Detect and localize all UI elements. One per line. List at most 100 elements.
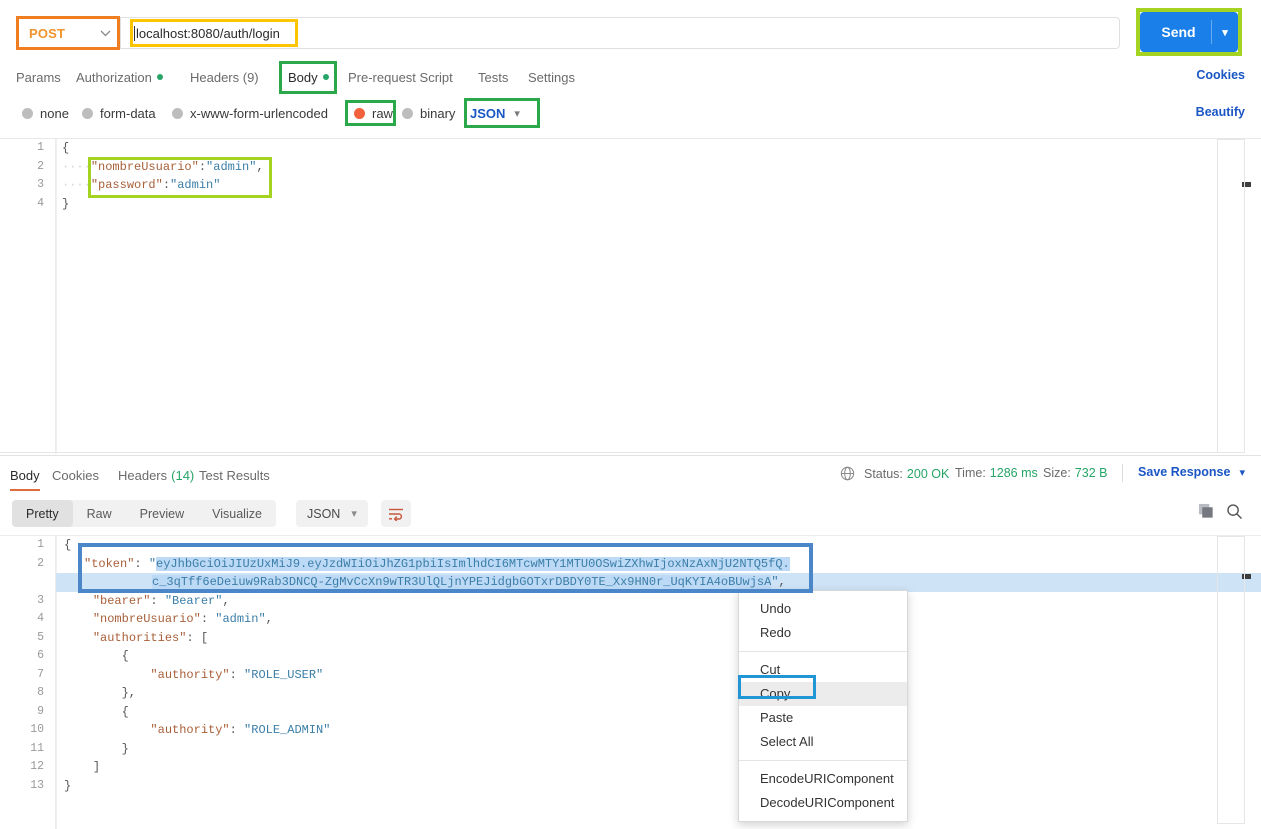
- response-view-raw[interactable]: Raw: [73, 500, 126, 527]
- response-editor-scrollbar[interactable]: [1242, 574, 1251, 579]
- token-value-line-2: c_3qTff6eDeiuw9Rab3DNCQ-ZgMvCcXn9wTR3UlQ…: [152, 575, 772, 589]
- save-response-button[interactable]: Save Response ▾: [1138, 465, 1245, 479]
- line-number: 9: [37, 704, 44, 718]
- context-menu-item-undo[interactable]: Undo: [739, 597, 907, 621]
- request-tab-authorization[interactable]: Authorization: [76, 62, 163, 92]
- line-number: 3: [37, 593, 44, 607]
- body-mode-x-www-form-urlencoded[interactable]: x-www-form-urlencoded: [172, 100, 328, 126]
- chevron-down-icon: [100, 30, 111, 36]
- context-menu-item-paste[interactable]: Paste: [739, 706, 907, 730]
- context-menu-item-cut[interactable]: Cut: [739, 658, 907, 682]
- body-format-label: JSON: [470, 105, 506, 121]
- body-mode-form-data[interactable]: form-data: [82, 100, 156, 126]
- copy-response-button[interactable]: [1198, 503, 1215, 523]
- body-mode-binary[interactable]: binary: [402, 100, 455, 126]
- code-token: "nombreUsuario": [90, 159, 199, 174]
- response-code-area[interactable]: {"token": "eyJhbGciOiJIUzUxMiJ9.eyJzdWIi…: [56, 536, 1261, 829]
- time-value: 1286 ms: [989, 466, 1038, 480]
- size-label: Size:: [1043, 466, 1071, 480]
- code-line: }: [56, 195, 1261, 214]
- send-button[interactable]: Send ▾: [1140, 12, 1238, 52]
- search-icon: [1227, 504, 1242, 519]
- request-url-input[interactable]: localhost:8080/auth/login: [120, 17, 1120, 49]
- response-view-preview[interactable]: Preview: [126, 500, 198, 527]
- search-response-button[interactable]: [1226, 503, 1243, 523]
- response-view-pretty[interactable]: Pretty: [12, 500, 73, 527]
- radio-icon: [354, 107, 365, 119]
- response-tab-count: (14): [171, 467, 195, 483]
- code-line: },: [56, 684, 1261, 703]
- request-tab-body[interactable]: Body: [288, 62, 329, 94]
- code-line: ····"nombreUsuario":"admin",: [56, 158, 1261, 177]
- code-token: {: [62, 141, 70, 155]
- radio-icon: [22, 107, 33, 119]
- request-editor-scrollbar[interactable]: [1242, 182, 1251, 187]
- cookies-link[interactable]: Cookies: [1196, 68, 1245, 82]
- body-mode-label: none: [40, 105, 69, 121]
- code-token: "authority": [150, 723, 230, 737]
- line-number: 5: [37, 630, 44, 644]
- code-line: {: [56, 139, 1261, 158]
- code-token: "authority": [150, 667, 230, 682]
- request-tab-headers-9[interactable]: Headers (9): [190, 62, 259, 92]
- code-token: "admin": [215, 612, 266, 626]
- context-menu-item-select-all[interactable]: Select All: [739, 730, 907, 754]
- context-menu-item-redo[interactable]: Redo: [739, 621, 907, 645]
- active-tab-underline: [288, 92, 329, 94]
- line-number: 7: [37, 667, 44, 681]
- request-code-area[interactable]: {····"nombreUsuario":"admin", ····"passwo…: [56, 139, 1261, 454]
- http-method-select[interactable]: POST: [16, 17, 120, 49]
- response-time: Time: 1286 ms: [955, 466, 1038, 480]
- request-tab-tests[interactable]: Tests: [478, 62, 508, 92]
- response-separator: [0, 455, 1261, 456]
- response-editor-gutter: 1 2 3 4 5 6 7 8 9 10 11 12 13: [0, 536, 56, 829]
- response-status: Status: 200 OK: [840, 466, 949, 481]
- response-tab-body[interactable]: Body: [10, 462, 40, 491]
- request-body-editor[interactable]: 1234 {····"nombreUsuario":"admin", ····"p…: [0, 138, 1261, 454]
- code-line: "authority": "ROLE_USER": [56, 666, 1261, 685]
- response-view-visualize[interactable]: Visualize: [198, 500, 276, 527]
- body-mode-label: binary: [420, 105, 456, 121]
- code-token: {: [64, 538, 72, 552]
- code-line: "authorities": [: [56, 629, 1261, 648]
- code-line: }: [56, 740, 1261, 759]
- request-tab-pre-request-script[interactable]: Pre-request Script: [348, 62, 453, 92]
- response-tab-headers[interactable]: Headers (14): [118, 462, 194, 488]
- body-mode-none[interactable]: none: [22, 100, 69, 126]
- response-tab-test-results[interactable]: Test Results: [199, 462, 270, 488]
- body-mode-raw[interactable]: raw: [354, 100, 393, 126]
- token-colon: :: [134, 556, 149, 571]
- token-value-line-1: eyJhbGciOiJIUzUxMiJ9.eyJzdWIiOiJhZG1pbiI…: [156, 556, 790, 571]
- request-tab-label: Body: [288, 69, 318, 85]
- meta-divider: [1122, 464, 1123, 482]
- code-token: "nombreUsuario": [92, 612, 201, 626]
- code-token: :: [200, 612, 216, 626]
- response-tab-cookies[interactable]: Cookies: [52, 462, 99, 488]
- request-tab-params[interactable]: Params: [16, 62, 61, 92]
- line-number: 11: [30, 741, 44, 755]
- line-number: 1: [37, 538, 44, 551]
- body-format-select[interactable]: JSON ▾: [470, 100, 520, 126]
- context-menu-item-decodeuricomponent[interactable]: DecodeURIComponent: [739, 791, 907, 815]
- send-options-chevron-icon[interactable]: ▾: [1212, 26, 1238, 39]
- context-menu-item-copy[interactable]: Copy: [739, 682, 907, 706]
- code-token: }: [64, 778, 72, 793]
- code-token: },: [121, 686, 137, 700]
- context-menu-item-encodeuricomponent[interactable]: EncodeURIComponent: [739, 767, 907, 791]
- wrap-text-button[interactable]: [381, 500, 411, 527]
- time-label: Time:: [955, 466, 986, 480]
- request-tab-settings[interactable]: Settings: [528, 62, 575, 92]
- request-url-row: POST localhost:8080/auth/login Send ▾: [0, 0, 1261, 60]
- code-token: "ROLE_ADMIN": [244, 723, 331, 737]
- line-number: 12: [30, 760, 44, 773]
- response-body-editor[interactable]: 1 2 3 4 5 6 7 8 9 10 11 12 13 {"token": "eyJhbGciOiJ…: [0, 535, 1261, 829]
- globe-icon: [840, 466, 855, 481]
- response-view-modes: Pretty Raw Preview Visualize: [12, 500, 276, 527]
- code-token: :: [162, 178, 171, 192]
- response-tab-label: Headers: [118, 467, 168, 483]
- chevron-down-icon: ▾: [1239, 466, 1245, 479]
- response-format-select[interactable]: JSON ▾: [296, 500, 368, 527]
